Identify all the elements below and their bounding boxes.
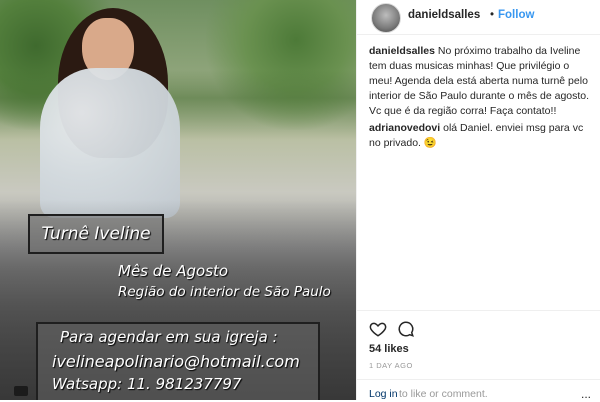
booking-line: Para agendar em sua igreja : [60,328,278,346]
login-link[interactable]: Log in [369,388,398,400]
avatar[interactable] [371,3,401,33]
woman-dress [40,68,180,218]
login-row: Log in to like or comment. ... [357,379,600,402]
likes-count[interactable]: 54 likes [369,343,409,355]
separator-dot: • [490,9,495,21]
comments-list: danieldsalles No próximo trabalho da Ive… [369,44,593,153]
follow-button[interactable]: Follow [498,9,534,21]
overlay-region: Região do interior de São Paulo [118,284,331,300]
overlay-title: Turnê Iveline [41,224,151,244]
more-icon[interactable]: ... [581,387,591,401]
camera-icon [14,386,28,396]
booking-phone: Watsapp: 11. 981237797 [52,375,242,393]
post-actions: 54 likes 1 DAY AGO Log in to like or com… [357,310,600,401]
comment: adrianovedovi olá Daniel. enviei msg par… [369,121,593,151]
post-sidebar: danieldsalles • Follow danieldsalles No … [356,0,600,401]
login-text: to like or comment. [399,388,488,400]
comment: danieldsalles No próximo trabalho da Ive… [369,44,593,119]
heart-icon[interactable] [369,320,387,338]
post-photo: Turnê Iveline Mês de Agosto Região do in… [0,0,356,400]
comment-bubble-icon[interactable] [397,320,415,338]
comment-user[interactable]: adrianovedovi [369,122,440,134]
overlay-title-box: Turnê Iveline [28,214,164,254]
post-header: danieldsalles • Follow [357,0,600,35]
comment-user[interactable]: danieldsalles [369,45,435,57]
booking-email: ivelineapolinario@hotmail.com [52,352,300,371]
username-link[interactable]: danieldsalles [408,9,480,21]
post-time: 1 DAY AGO [369,361,413,370]
overlay-month: Mês de Agosto [118,262,229,280]
